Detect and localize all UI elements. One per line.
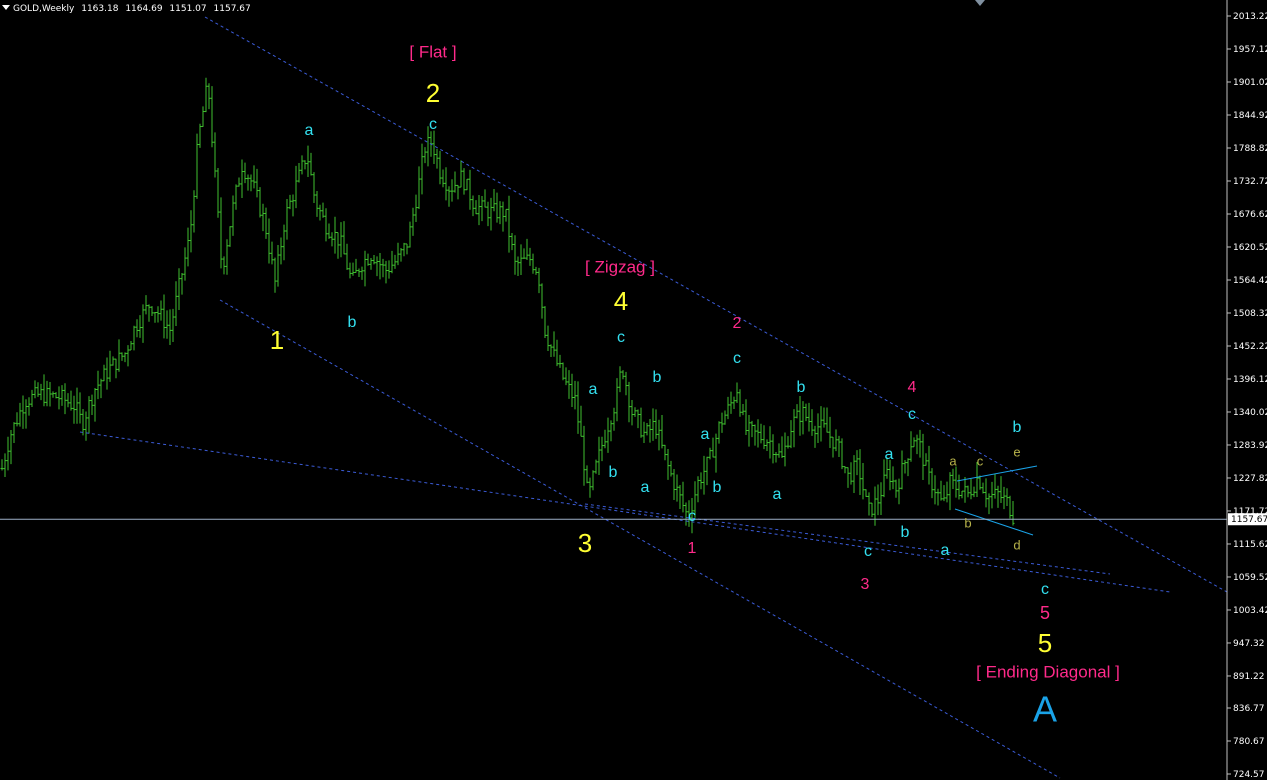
- wave-label: a: [773, 486, 782, 503]
- wave-label: c: [429, 116, 437, 133]
- y-tick-label: 891.22: [1233, 672, 1265, 682]
- wave-label: A: [1033, 689, 1057, 730]
- wave-label: c: [977, 453, 984, 468]
- wave-label: a: [941, 542, 950, 559]
- wave-label: c: [688, 508, 696, 525]
- wave-label: c: [908, 406, 916, 423]
- wave-label: b: [653, 369, 662, 386]
- y-tick-label: 1957.12: [1233, 45, 1267, 55]
- price-chart[interactable]: 1157.67 [ Flat ]2cab1[ Zigzag ]4cabba32c…: [0, 0, 1267, 780]
- wave-label: [ Ending Diagonal ]: [976, 662, 1120, 681]
- wave-label: 2: [733, 315, 742, 332]
- wave-label: b: [348, 314, 357, 331]
- y-tick-label: 2013.22: [1233, 12, 1267, 22]
- y-tick-label: 1396.12: [1233, 375, 1267, 385]
- y-tick-label: 1564.42: [1233, 276, 1267, 286]
- wave-label: a: [589, 381, 598, 398]
- y-tick-label: 1171.72: [1233, 507, 1267, 517]
- y-tick-label: 1732.72: [1233, 177, 1267, 187]
- wave-label: 3: [578, 528, 592, 558]
- wave-label: 3: [861, 576, 870, 593]
- shift-marker-icon[interactable]: [975, 0, 985, 6]
- y-tick-label: 1227.82: [1233, 474, 1267, 484]
- wave-label: a: [949, 453, 957, 468]
- y-tick-label: 1115.62: [1233, 540, 1267, 550]
- wave-label: c: [617, 329, 625, 346]
- current-price-line: 1157.67: [0, 513, 1267, 526]
- y-tick-label: 1059.52: [1233, 573, 1267, 583]
- wave-label: b: [609, 464, 618, 481]
- wave-label: c: [1041, 581, 1049, 598]
- y-tick-label: 1508.32: [1233, 309, 1267, 319]
- wave-label: a: [305, 122, 314, 139]
- wave-label: a: [885, 446, 894, 463]
- wave-label: 4: [614, 286, 628, 316]
- wave-label: 1: [688, 540, 697, 557]
- trendline[interactable]: [956, 465, 1038, 482]
- wave-label: b: [713, 479, 722, 496]
- trendline[interactable]: [219, 299, 1061, 779]
- wave-label: c: [864, 543, 872, 560]
- y-tick-label: 1340.02: [1233, 408, 1267, 418]
- wave-label: a: [701, 426, 710, 443]
- wave-label: 1: [270, 325, 284, 355]
- y-tick-label: 1003.42: [1233, 606, 1267, 616]
- wave-label: [ Zigzag ]: [585, 257, 655, 276]
- trendline[interactable]: [584, 503, 1111, 575]
- y-tick-label: 1452.22: [1233, 342, 1267, 352]
- y-tick-label: 947.32: [1233, 639, 1265, 649]
- wave-label: 4: [908, 379, 917, 396]
- y-tick-label: 1283.92: [1233, 441, 1267, 451]
- y-tick-label: 1901.02: [1233, 78, 1267, 88]
- wave-label: b: [901, 524, 910, 541]
- trendline[interactable]: [204, 16, 1228, 593]
- wave-label: e: [1013, 444, 1020, 459]
- wave-label: a: [641, 479, 650, 496]
- y-tick-label: 1788.82: [1233, 144, 1267, 154]
- wave-label: c: [733, 350, 741, 367]
- y-tick-label: 1844.92: [1233, 111, 1267, 121]
- wave-label: 2: [426, 78, 440, 108]
- y-tick-label: 780.67: [1233, 737, 1265, 747]
- ohlc-bars: [0, 77, 1015, 534]
- wave-label: b: [797, 379, 806, 396]
- wave-label: d: [1013, 537, 1020, 552]
- wave-label: b: [964, 515, 971, 530]
- y-tick-label: 836.77: [1233, 704, 1265, 714]
- wave-label: 5: [1038, 628, 1052, 658]
- wave-label: [ Flat ]: [409, 42, 456, 61]
- y-tick-label: 1620.52: [1233, 243, 1267, 253]
- wave-labels: [ Flat ]2cab1[ Zigzag ]4cabba32cbab ac14c…: [270, 42, 1120, 729]
- trendline[interactable]: [79, 431, 1171, 593]
- wave-label: 5: [1040, 603, 1050, 623]
- wave-label: b: [1013, 419, 1022, 436]
- y-tick-label: 1676.62: [1233, 210, 1267, 220]
- y-tick-label: 724.57: [1233, 770, 1265, 780]
